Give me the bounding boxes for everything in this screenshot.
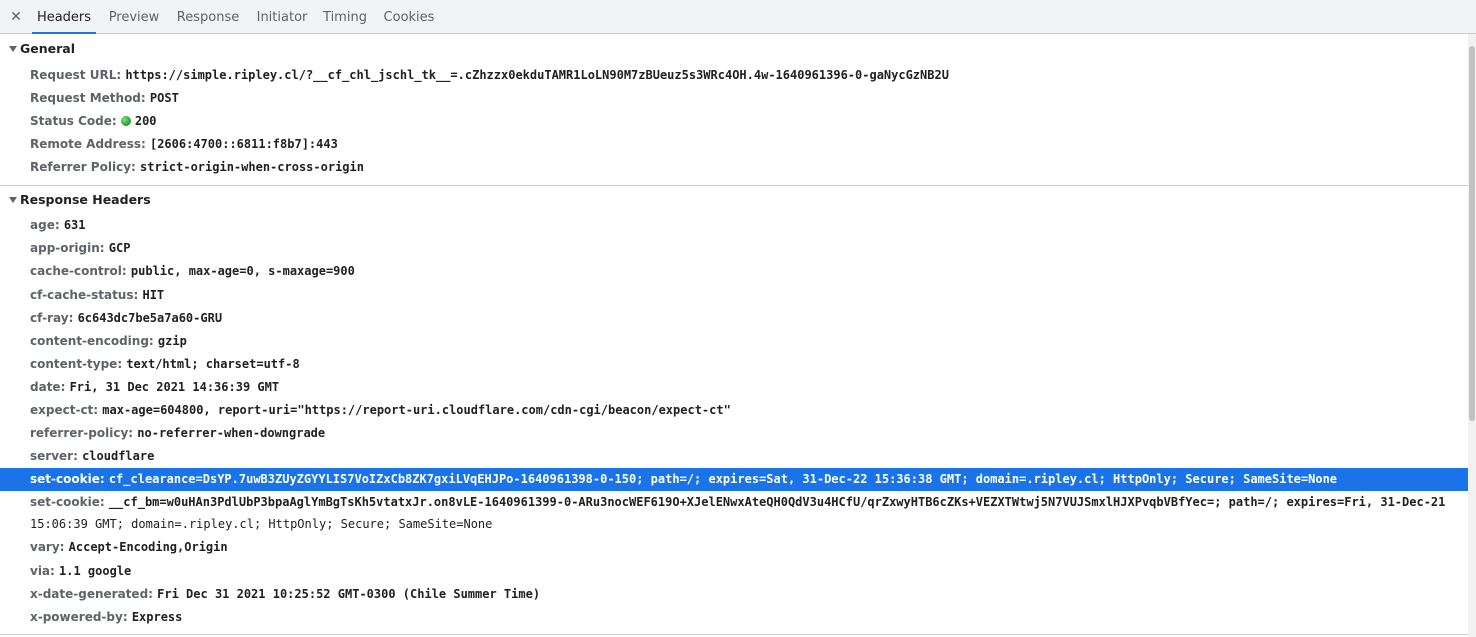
response-header-row[interactable]: referrer-policy: no-referrer-when-downgr…	[0, 422, 1468, 445]
header-value: Accept-Encoding,Origin	[68, 540, 228, 554]
header-key: content-type: text/html; charset=utf-8	[30, 357, 300, 371]
header-key: set-cookie: __cf_bm=w0uHAn3PdlUbP3bpaAgl…	[30, 495, 1446, 509]
header-key: cf-cache-status: HIT	[30, 288, 165, 302]
header-value: [2606:4700::6811:f8b7]:443	[149, 137, 338, 151]
response-headers-section-title: Response Headers	[20, 192, 151, 207]
response-headers-section-toggle[interactable]: Response Headers	[0, 189, 151, 211]
header-value: gzip	[157, 334, 187, 348]
vertical-scrollbar[interactable]	[1468, 34, 1476, 637]
header-key: date: Fri, 31 Dec 2021 14:36:39 GMT	[30, 380, 280, 394]
tab-cookies[interactable]: Cookies	[379, 3, 439, 33]
header-key: expect-ct: max-age=604800, report-uri="h…	[30, 403, 731, 417]
response-header-row-selected[interactable]: set-cookie: cf_clearance=DsYP.7uwB3ZUyZG…	[0, 468, 1468, 491]
header-key: set-cookie: cf_clearance=DsYP.7uwB3ZUyZG…	[30, 472, 1338, 486]
header-value: public, max-age=0, s-maxage=900	[130, 264, 355, 278]
section-divider	[0, 185, 1468, 186]
header-value: Fri Dec 31 2021 10:25:52 GMT-0300 (Chile…	[157, 587, 541, 601]
header-key: x-date-generated: Fri Dec 31 2021 10:25:…	[30, 587, 541, 601]
general-section-toggle[interactable]: General	[0, 38, 75, 60]
header-key: referrer-policy: no-referrer-when-downgr…	[30, 426, 326, 440]
header-value: Fri, 31 Dec 2021 14:36:39 GMT	[69, 380, 280, 394]
response-header-row[interactable]: via: 1.1 google	[0, 560, 1468, 583]
header-value: Express	[131, 610, 183, 624]
response-header-row[interactable]: cf-cache-status: HIT	[0, 284, 1468, 307]
header-value: __cf_bm=w0uHAn3PdlUbP3bpaAglYmBgTsKh5vta…	[108, 495, 1446, 509]
header-key: app-origin: GCP	[30, 241, 131, 255]
general-row-request-method[interactable]: Request Method: POST	[0, 87, 1468, 110]
header-value: GCP	[108, 241, 131, 255]
tab-bar: ✕ Headers Preview Response Initiator Tim…	[0, 0, 1476, 34]
response-header-row[interactable]: cache-control: public, max-age=0, s-maxa…	[0, 260, 1468, 283]
general-row-request-url[interactable]: Request URL: https://simple.ripley.cl/?_…	[0, 64, 1468, 87]
header-key: via: 1.1 google	[30, 564, 132, 578]
tab-preview[interactable]: Preview	[104, 3, 164, 33]
response-header-row[interactable]: x-date-generated: Fri Dec 31 2021 10:25:…	[0, 583, 1468, 606]
header-value: 1.1 google	[59, 564, 132, 578]
header-value: no-referrer-when-downgrade	[137, 426, 326, 440]
response-header-row[interactable]: date: Fri, 31 Dec 2021 14:36:39 GMT	[0, 376, 1468, 399]
header-key: x-powered-by: Express	[30, 610, 183, 624]
header-value: HIT	[142, 288, 165, 302]
tab-headers[interactable]: Headers	[32, 3, 96, 34]
tab-timing[interactable]: Timing	[319, 3, 371, 33]
general-row-referrer-policy[interactable]: Referrer Policy: strict-origin-when-cros…	[0, 156, 1468, 179]
response-header-row[interactable]: vary: Accept-Encoding,Origin	[0, 536, 1468, 559]
triangle-down-icon	[9, 197, 17, 203]
header-key: Request Method: POST	[30, 91, 179, 105]
header-key: cf-ray: 6c643dc7be5a7a60-GRU	[30, 311, 223, 325]
header-value: cloudflare	[82, 449, 155, 463]
close-icon[interactable]: ✕	[8, 8, 24, 26]
header-key: cache-control: public, max-age=0, s-maxa…	[30, 264, 355, 278]
response-header-row[interactable]: x-powered-by: Express	[0, 606, 1468, 629]
header-value: https://simple.ripley.cl/?__cf_chl_jschl…	[125, 68, 949, 82]
tab-response[interactable]: Response	[172, 3, 244, 33]
header-value: 6c643dc7be5a7a60-GRU	[77, 311, 223, 325]
header-value-continuation: 15:06:39 GMT; domain=.ripley.cl; HttpOnl…	[30, 517, 493, 531]
response-header-row[interactable]: content-encoding: gzip	[0, 330, 1468, 353]
bottom-divider	[0, 634, 1468, 635]
response-header-row[interactable]: content-type: text/html; charset=utf-8	[0, 353, 1468, 376]
header-value: 631	[63, 218, 86, 232]
header-key: content-encoding: gzip	[30, 334, 187, 348]
header-key: age: 631	[30, 218, 86, 232]
scrollbar-thumb[interactable]	[1469, 46, 1475, 421]
response-header-row[interactable]: server: cloudflare	[0, 445, 1468, 468]
header-value: 200	[134, 114, 157, 128]
header-value: cf_clearance=DsYP.7uwB3ZUyZGYYLIS7VoIZxC…	[108, 472, 1338, 486]
response-header-row[interactable]: app-origin: GCP	[0, 237, 1468, 260]
response-header-row[interactable]: set-cookie: __cf_bm=w0uHAn3PdlUbP3bpaAgl…	[0, 491, 1468, 514]
status-ok-icon	[120, 116, 131, 126]
general-row-status-code[interactable]: Status Code: 200	[0, 110, 1468, 133]
header-value: text/html; charset=utf-8	[126, 357, 300, 371]
triangle-down-icon	[9, 46, 17, 52]
header-value: strict-origin-when-cross-origin	[140, 160, 364, 174]
general-row-remote-address[interactable]: Remote Address: [2606:4700::6811:f8b7]:4…	[0, 133, 1468, 156]
header-key: server: cloudflare	[30, 449, 155, 463]
header-value: POST	[149, 91, 179, 105]
header-key: Remote Address: [2606:4700::6811:f8b7]:4…	[30, 137, 338, 151]
header-value: max-age=604800, report-uri="https://repo…	[102, 403, 731, 417]
response-header-row[interactable]: cf-ray: 6c643dc7be5a7a60-GRU	[0, 307, 1468, 330]
header-key: vary: Accept-Encoding,Origin	[30, 540, 228, 554]
response-header-row[interactable]: expect-ct: max-age=604800, report-uri="h…	[0, 399, 1468, 422]
response-header-row[interactable]: age: 631	[0, 214, 1468, 237]
general-section-title: General	[20, 41, 75, 56]
header-key: Status Code: 200	[30, 114, 157, 128]
tab-initiator[interactable]: Initiator	[253, 3, 311, 33]
header-key: Referrer Policy: strict-origin-when-cros…	[30, 160, 364, 174]
header-key: Request URL: https://simple.ripley.cl/?_…	[30, 68, 949, 82]
